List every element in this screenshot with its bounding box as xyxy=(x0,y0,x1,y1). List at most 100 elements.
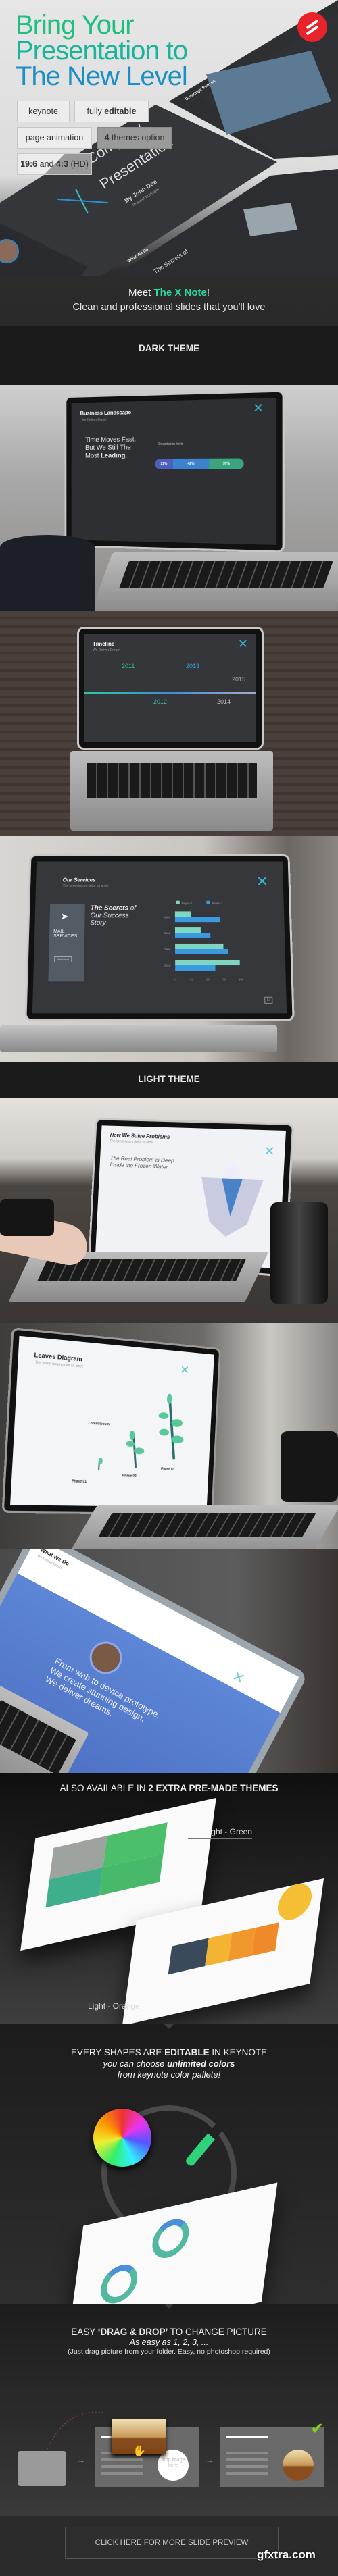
slide-title: Business Landscape xyxy=(80,409,131,417)
color-wheel-icon xyxy=(93,2109,151,2167)
hero-section: Company Presentation By John Doe Product… xyxy=(0,0,338,326)
laptop-keyboard xyxy=(65,1505,338,1549)
laptop-screen: Timeline We Deliver Dream ✕ 2011 2013 20… xyxy=(77,627,264,750)
slide-headline: Time Moves Fast. But We Still The Most L… xyxy=(85,436,136,461)
italic-bold: unlimited colors xyxy=(167,2059,235,2069)
heading-bold: 2 EXTRA PRE-MADE THEMES xyxy=(148,1783,279,1793)
laptop-screen: Business Landscape We Deliver Dream ✕ Ti… xyxy=(64,390,285,553)
badge-aspect-ratio: 19:6 and 4:3 (HD) xyxy=(17,153,92,175)
slide-title: Timeline xyxy=(93,641,115,647)
timeline-year: 2014 xyxy=(217,698,231,705)
slide-headline: The Real Problem is Deep Inside the Froz… xyxy=(110,1154,174,1170)
donut-chart xyxy=(98,2261,140,2304)
headline-line: Most xyxy=(85,452,101,460)
slide-business: Business Landscape We Deliver Dream ✕ Ti… xyxy=(71,398,277,545)
editable-heading: EVERY SHAPES ARE EDITABLE IN KEYNOTE xyxy=(0,2047,338,2057)
headline-line: But We Still The xyxy=(85,444,131,452)
label-light-orange: Light - Orange xyxy=(88,2001,176,2013)
timeline-year: 2011 xyxy=(122,663,135,669)
phase-label: Phase 02 xyxy=(122,1474,137,1478)
badge-text: (HD) xyxy=(68,159,89,169)
slide-headline: The Secrets of Our Success Story xyxy=(90,905,144,927)
timeline-year: 2013 xyxy=(186,663,200,669)
axis-tick-label: 25 xyxy=(190,977,193,981)
laptop-photo-whatwedo: What We Do We Deliver Dream ✕ From web t… xyxy=(0,1549,338,1774)
laptop-screen: Leaves Diagram The lorem ipsum dolor sit… xyxy=(1,1327,221,1515)
photo-tile xyxy=(168,1938,209,1975)
headline-bold: Leading. xyxy=(101,452,128,460)
label-light-green: Light - Green xyxy=(188,1827,252,1839)
badge-text-bold: 19:6 xyxy=(20,159,38,169)
row-label: 2007 xyxy=(164,915,170,919)
badge-text: fully xyxy=(87,107,105,116)
card-title: MAIL SERVICES xyxy=(53,929,78,939)
tagline: Meet The X Note! xyxy=(0,287,338,299)
hero-title-line: Presentation to xyxy=(16,36,188,66)
row-label: 2010 xyxy=(164,964,171,967)
yellow-tile xyxy=(205,1932,233,1967)
service-card: ➤ MAIL SERVICES Welcome! xyxy=(48,904,85,982)
donut-chart xyxy=(149,2215,191,2262)
text-line xyxy=(101,2458,143,2461)
editable-line-2: you can choose unlimited colors xyxy=(0,2059,338,2069)
folder-icon xyxy=(18,2451,66,2486)
axis-tick-label: 50 xyxy=(206,977,210,981)
slide-greeting: Greetings from us xyxy=(185,79,216,102)
badge-page-animation: page animation xyxy=(17,127,92,149)
tagline-post: ! xyxy=(206,287,210,299)
badge-keynote: keynote xyxy=(17,101,70,122)
arrow-right-icon: → xyxy=(77,2455,85,2465)
drag-line-2: As easy as 1, 2, 3, ... xyxy=(129,2338,209,2347)
section-title: LIGHT THEME xyxy=(138,1074,200,1084)
heading-text: EASY xyxy=(71,2327,98,2337)
description-label: Description here xyxy=(158,442,183,447)
text-line xyxy=(226,2465,268,2468)
laptop-photo-leaves: Leaves Diagram The lorem ipsum dolor sit… xyxy=(0,1323,338,1549)
card-button[interactable]: Welcome! xyxy=(54,956,72,963)
brand-logo xyxy=(297,12,327,42)
text-line xyxy=(226,2472,268,2475)
drag-heading: EASY ‘DRAG & DROP’ TO CHANGE PICTURE xyxy=(0,2327,338,2337)
slide-subtitle: The lorem ipsum dolor sit amet xyxy=(110,1139,154,1145)
axis-tick-label: 0 xyxy=(174,977,176,981)
section-notch xyxy=(164,2024,174,2029)
text-line xyxy=(226,2458,268,2461)
text-line xyxy=(101,2465,143,2468)
section-title: DARK THEME xyxy=(139,343,199,353)
legend-label: Region 1 xyxy=(182,902,193,905)
laptop-base xyxy=(0,1025,277,1052)
badge-text-bold: 4:3 xyxy=(55,159,69,169)
laptop-keyboard xyxy=(70,751,273,831)
coffee-mug xyxy=(0,535,95,611)
bar-region-1 xyxy=(174,911,191,917)
italic-text: you can choose xyxy=(103,2059,168,2069)
headline-line: Time Moves Fast. xyxy=(85,436,137,444)
camera-lens xyxy=(270,1202,328,1304)
badge-text-bold: editable xyxy=(104,107,137,116)
coffee-mug xyxy=(0,1199,54,1236)
legend-swatch xyxy=(206,900,210,904)
orange-tile xyxy=(251,1922,279,1956)
badge-fully-editable: fully editable xyxy=(74,101,149,122)
more-slides-button[interactable]: CLICK HERE FOR MORE SLIDE PREVIEW xyxy=(65,2527,279,2559)
section-header-dark-theme: DARK THEME xyxy=(0,326,338,385)
heading-text: IN KEYNOTE xyxy=(209,2047,268,2057)
progress-bar: 21% 42% 39% xyxy=(155,458,244,470)
arrow-right-icon: → xyxy=(206,2455,214,2465)
bar-region-2 xyxy=(174,933,211,938)
laptop-photo-services: Our Services The lorem ipsum dolor sit a… xyxy=(0,836,338,1062)
text-line xyxy=(101,2472,143,2475)
drag-line-3: (Just drag picture from your folder. Eas… xyxy=(68,2348,270,2356)
coffee-mug xyxy=(281,1431,338,1502)
laptop-keyboard xyxy=(90,552,338,611)
drag-drop-section: EASY ‘DRAG & DROP’ TO CHANGE PICTURE As … xyxy=(0,2304,338,2516)
headline-bold: The Secrets xyxy=(90,904,129,912)
page-number: 17 xyxy=(264,996,273,1004)
hero-title-line: Bring Your xyxy=(16,10,135,40)
slide-subtitle: We Deliver Dream xyxy=(93,648,120,652)
legend-label: Region 2 xyxy=(212,902,222,905)
legend-swatch xyxy=(176,900,180,904)
badge-text: keynote xyxy=(28,107,58,116)
heading-bold: EDITABLE xyxy=(164,2047,210,2057)
plant-illustration xyxy=(89,1384,195,1476)
